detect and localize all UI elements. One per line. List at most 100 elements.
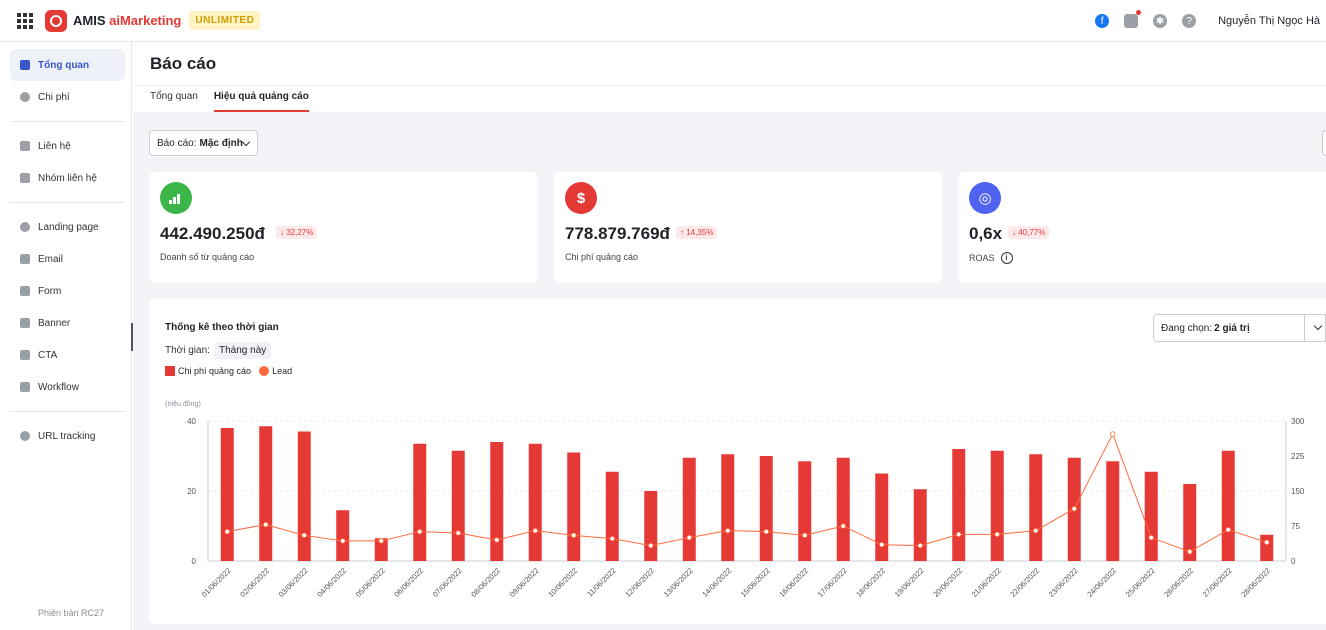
x-tick-label: 24/06/2022 bbox=[1085, 566, 1118, 599]
x-tick-label: 23/06/2022 bbox=[1047, 566, 1080, 599]
main-content: Báo cáo Tổng quan Hiệu quả quảng cáo Báo… bbox=[133, 42, 1326, 630]
lead-point bbox=[1187, 548, 1193, 555]
bar bbox=[567, 452, 581, 561]
sidebar-item-landing-page[interactable]: Landing page bbox=[10, 211, 125, 243]
bar bbox=[336, 510, 350, 561]
x-tick-label: 07/06/2022 bbox=[431, 566, 464, 599]
help-icon[interactable]: ? bbox=[1182, 14, 1197, 28]
lead-point bbox=[1033, 527, 1039, 534]
sidebar-item-banner[interactable]: Banner bbox=[10, 307, 125, 339]
kpi-card-roas: ◎ 0,6x ↓ 40,77% ROAS i bbox=[958, 172, 1326, 283]
report-dropdown[interactable]: Báo cáo: Mặc định bbox=[149, 130, 258, 156]
page-header: Báo cáo Tổng quan Hiệu quả quảng cáo bbox=[133, 42, 1326, 112]
cta-icon bbox=[20, 350, 30, 360]
lead-point bbox=[1110, 431, 1116, 437]
lead-point bbox=[1264, 539, 1270, 546]
kpi-change-badge: ↓ 40,77% bbox=[1008, 226, 1050, 239]
x-tick-label: 27/06/2022 bbox=[1201, 566, 1234, 599]
lead-point bbox=[494, 537, 500, 543]
package-icon[interactable] bbox=[1124, 10, 1142, 28]
bar bbox=[1144, 471, 1158, 561]
x-tick-label: 12/06/2022 bbox=[623, 566, 656, 599]
tab-ad-performance[interactable]: Hiệu quả quảng cáo bbox=[213, 86, 309, 112]
sidebar-item-url-tracking[interactable]: URL tracking bbox=[10, 420, 125, 452]
sidebar-item-contacts[interactable]: Liên hệ bbox=[10, 130, 125, 162]
page-title: Báo cáo bbox=[150, 54, 217, 73]
bar bbox=[490, 442, 504, 561]
kpi-label: Doanh số từ quảng cáo bbox=[160, 252, 255, 262]
kpi-change-badge: ↓ 32,27% bbox=[276, 226, 318, 239]
sidebar-item-contact-groups[interactable]: Nhóm liên hệ bbox=[10, 162, 125, 194]
lead-point bbox=[609, 535, 615, 542]
facebook-icon[interactable]: f bbox=[1095, 14, 1110, 28]
sidebar-item-form[interactable]: Form bbox=[10, 275, 125, 307]
bar bbox=[1106, 461, 1120, 561]
roas-icon: ◎ bbox=[969, 182, 1001, 214]
x-tick-label: 25/06/2022 bbox=[1124, 566, 1157, 599]
lead-point bbox=[686, 534, 692, 541]
tab-bar: Tổng quan Hiệu quả quảng cáo bbox=[150, 86, 309, 112]
bar bbox=[952, 449, 966, 561]
dollar-icon: $ bbox=[565, 182, 597, 214]
kpi-label: Chi phí quảng cáo bbox=[565, 252, 639, 262]
info-icon[interactable]: i bbox=[1000, 252, 1013, 264]
link-icon bbox=[20, 431, 30, 441]
lead-point bbox=[417, 528, 423, 535]
lead-point bbox=[340, 538, 346, 544]
sidebar-item-workflow[interactable]: Workflow bbox=[10, 371, 125, 403]
lead-point bbox=[840, 523, 846, 529]
x-tick-label: 17/06/2022 bbox=[816, 566, 849, 599]
kpi-value: 0,6x bbox=[969, 224, 1003, 243]
x-tick-label: 13/06/2022 bbox=[662, 566, 695, 599]
sidebar: Tổng quan Chi phí Liên hệ Nhóm liên hệ L… bbox=[0, 42, 132, 630]
x-tick-label: 18/06/2022 bbox=[854, 566, 887, 599]
bar bbox=[913, 489, 927, 561]
y2-tick-label: 300 bbox=[1291, 417, 1305, 426]
lead-point bbox=[917, 542, 923, 549]
bar bbox=[721, 454, 735, 561]
sidebar-item-cta[interactable]: CTA bbox=[10, 339, 125, 371]
bar bbox=[220, 428, 234, 561]
combo-chart: (triệu đồng)0204007515022530001/06/2022 0… bbox=[165, 399, 1305, 599]
kpi-card-revenue: 442.490.250đ ↓ 32,27% Doanh số từ quảng … bbox=[149, 172, 538, 283]
x-tick-label: 20/06/2022 bbox=[931, 566, 964, 599]
x-tick-label: 05/06/2022 bbox=[354, 566, 387, 599]
growth-icon bbox=[160, 182, 192, 214]
kpi-value: 778.879.769đ bbox=[565, 224, 670, 243]
lead-point bbox=[378, 538, 384, 544]
x-tick-label: 04/06/2022 bbox=[315, 566, 348, 599]
top-bar: AMIS aiMarketing UNLIMITED f ✱ ? Nguyễn … bbox=[0, 0, 1326, 42]
sidebar-item-cost[interactable]: Chi phí bbox=[10, 81, 125, 113]
x-tick-label: 15/06/2022 bbox=[739, 566, 772, 599]
sidebar-item-overview[interactable]: Tổng quan bbox=[10, 49, 125, 81]
x-tick-label: 28/06/2022 bbox=[1239, 566, 1272, 599]
lead-point bbox=[263, 521, 269, 528]
contacts-icon bbox=[20, 141, 30, 151]
chart-icon bbox=[20, 60, 30, 70]
form-icon bbox=[20, 286, 30, 296]
y-axis-label: (triệu đồng) bbox=[165, 399, 201, 408]
coin-icon bbox=[20, 92, 30, 102]
bar bbox=[990, 450, 1004, 561]
bar bbox=[875, 473, 889, 561]
app-grid-icon[interactable] bbox=[17, 12, 33, 29]
version-label: Phiên bản RC27 bbox=[38, 608, 105, 618]
kpi-change-badge: ↑ 14,35% bbox=[676, 226, 718, 239]
gear-icon[interactable]: ✱ bbox=[1153, 14, 1168, 28]
kpi-label: ROAS i bbox=[969, 252, 1013, 264]
amis-logo-icon bbox=[45, 9, 67, 32]
bar bbox=[759, 456, 773, 561]
cloud-icon bbox=[20, 222, 30, 232]
user-name[interactable]: Nguyễn Thị Ngọc Hà bbox=[1218, 15, 1320, 27]
toolbar-button[interactable] bbox=[1322, 130, 1326, 156]
lead-point bbox=[455, 530, 461, 536]
lead-point bbox=[725, 527, 731, 534]
chevron-down-icon bbox=[241, 137, 251, 147]
lead-point bbox=[763, 528, 769, 535]
x-tick-label: 06/06/2022 bbox=[392, 566, 425, 599]
sidebar-item-email[interactable]: Email bbox=[10, 243, 125, 275]
tab-overview[interactable]: Tổng quan bbox=[150, 86, 198, 112]
bar bbox=[798, 461, 812, 561]
lead-point bbox=[224, 528, 230, 535]
lead-point bbox=[1148, 534, 1154, 541]
